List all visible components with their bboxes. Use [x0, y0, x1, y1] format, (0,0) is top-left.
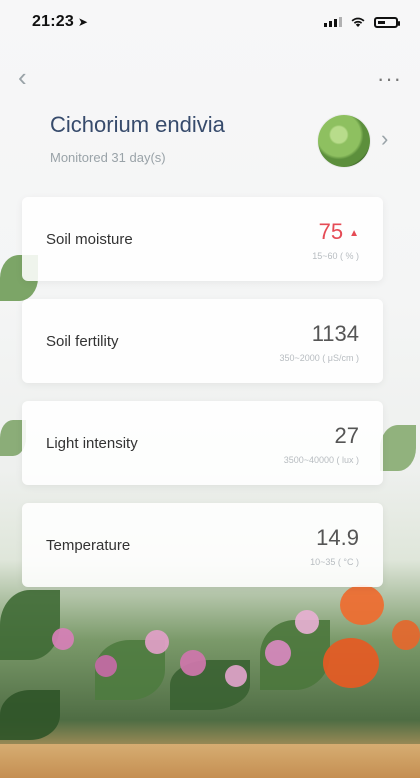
monitored-days: Monitored 31 day(s): [50, 150, 166, 165]
metric-range: 3500~40000 ( lux ): [283, 455, 359, 465]
metric-value: 14.9: [316, 525, 359, 550]
wifi-icon: [351, 17, 365, 27]
background-flower: [145, 630, 169, 654]
metric-value-text: 75: [318, 219, 344, 244]
background-flower: [180, 650, 206, 676]
plant-name: Cichorium endivia: [50, 112, 225, 137]
metric-label: Soil moisture: [46, 231, 133, 248]
background-flower: [95, 655, 117, 677]
metric-card-soil-fertility[interactable]: Soil fertility 1134 350~2000 ( μS/cm ): [22, 299, 383, 383]
background-leaf: [0, 590, 60, 660]
metric-card-light-intensity[interactable]: Light intensity 27 3500~40000 ( lux ): [22, 401, 383, 485]
metric-range: 10~35 ( °C ): [310, 557, 359, 567]
background-leaf: [380, 425, 416, 471]
more-options-button[interactable]: ···: [377, 66, 402, 92]
metric-card-soil-moisture[interactable]: Soil moisture 75 ▲ 15~60 ( % ): [22, 197, 383, 281]
background-marigold: [392, 620, 420, 650]
metric-label: Soil fertility: [46, 333, 119, 350]
cellular-signal-icon: [324, 17, 342, 27]
location-arrow-icon: ➤: [77, 15, 89, 29]
background-marigold: [340, 585, 384, 625]
background-flower: [52, 628, 74, 650]
metric-value: 75 ▲: [319, 219, 359, 245]
battery-icon: [374, 16, 400, 28]
plant-avatar[interactable]: [318, 115, 370, 167]
metric-value: 1134: [311, 321, 359, 346]
status-time: 21:23 ➤: [32, 13, 88, 31]
wooden-planter-edge: [0, 744, 420, 778]
status-bar: 21:23 ➤: [0, 0, 420, 44]
metric-range: 350~2000 ( μS/cm ): [279, 353, 359, 363]
chevron-right-icon[interactable]: ›: [381, 126, 388, 152]
metric-label: Temperature: [46, 537, 131, 554]
trend-up-icon: ▲: [349, 228, 359, 239]
background-leaf: [0, 690, 60, 740]
background-flower: [225, 665, 247, 687]
background-marigold: [323, 638, 379, 688]
metric-value: 27: [334, 423, 359, 448]
metric-card-temperature[interactable]: Temperature 14.9 10~35 ( °C ): [22, 503, 383, 587]
back-button[interactable]: ‹: [18, 62, 27, 93]
background-flower: [295, 610, 319, 634]
system-icons: [324, 16, 400, 28]
metric-range: 15~60 ( % ): [312, 251, 359, 261]
background-flower: [265, 640, 291, 666]
status-time-text: 21:23: [32, 13, 74, 30]
metric-label: Light intensity: [46, 435, 138, 452]
